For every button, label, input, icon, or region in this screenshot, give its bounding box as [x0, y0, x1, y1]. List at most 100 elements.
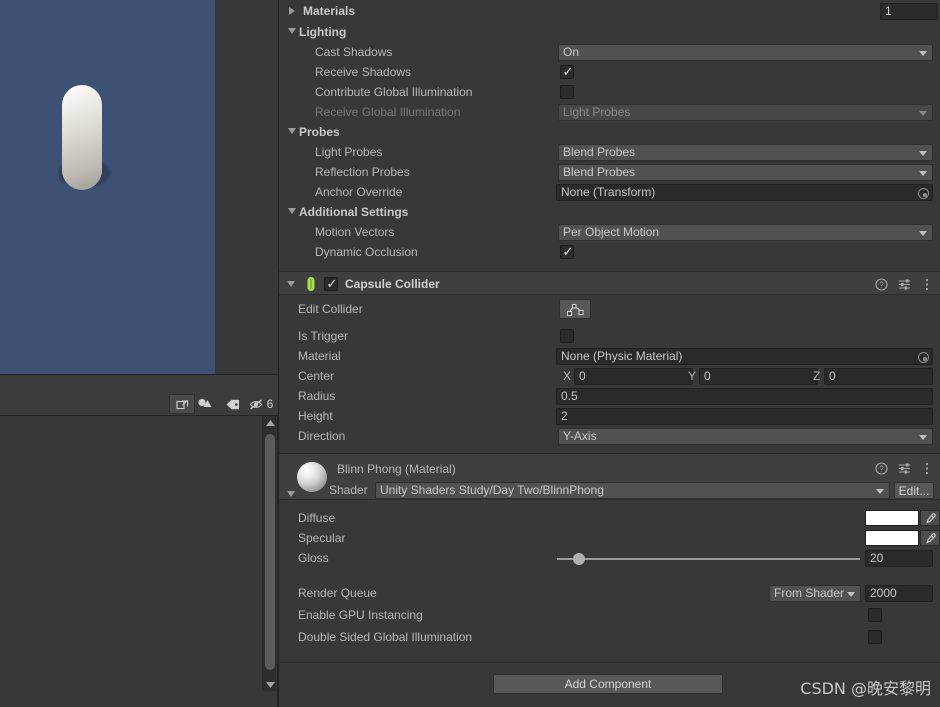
- cast-shadows-dropdown[interactable]: On: [558, 44, 933, 61]
- left-panel-body: [0, 416, 278, 707]
- probes-label: Probes: [299, 125, 340, 139]
- row-receive-shadows: Receive Shadows: [279, 62, 940, 82]
- row-physic-material: Material None (Physic Material): [279, 346, 940, 366]
- material-title: Blinn Phong (Material): [337, 462, 456, 476]
- chevron-down-icon[interactable]: [287, 281, 295, 287]
- physic-material-objectfield[interactable]: None (Physic Material): [556, 348, 933, 365]
- eyedropper-icon[interactable]: [920, 530, 940, 546]
- chevron-down-icon: [919, 111, 927, 116]
- row-anchor-override: Anchor Override None (Transform): [279, 182, 940, 202]
- gloss-slider-knob[interactable]: [573, 553, 585, 565]
- row-is-trigger: Is Trigger: [279, 326, 940, 346]
- motion-vectors-dropdown[interactable]: Per Object Motion: [558, 224, 933, 241]
- chevron-down-icon[interactable]: [288, 28, 296, 34]
- specular-color-swatch[interactable]: [865, 530, 919, 546]
- hidden-objects-counter[interactable]: 6: [246, 394, 276, 414]
- chevron-down-icon[interactable]: [288, 128, 296, 134]
- divider: [279, 499, 940, 500]
- eyedropper-icon[interactable]: [920, 510, 940, 526]
- add-component-bar: Add Component CSDN @晚安黎明: [279, 662, 940, 707]
- direction-dropdown[interactable]: Y-Axis: [558, 428, 933, 445]
- hidden-objects-count: 6: [266, 397, 274, 411]
- row-diffuse: Diffuse: [279, 508, 940, 528]
- unity-editor-window: 6 Materials 1 Lighting Cast Shadows On R…: [0, 0, 940, 707]
- receive-gi-dropdown: Light Probes: [558, 104, 933, 121]
- gloss-value-input[interactable]: 20: [865, 550, 933, 567]
- materials-count-field[interactable]: 1: [880, 3, 938, 20]
- type-filter-icon[interactable]: [192, 394, 218, 414]
- capsule-collider-icon: [303, 276, 319, 292]
- chevron-down-icon[interactable]: [288, 208, 296, 214]
- height-input[interactable]: 2: [556, 408, 933, 425]
- left-panel-sub-header: [0, 374, 278, 392]
- scroll-down-arrow-icon[interactable]: [263, 678, 277, 691]
- chevron-down-icon: [847, 592, 855, 597]
- probes-foldout-row[interactable]: Probes: [279, 122, 940, 142]
- chevron-down-icon: [919, 51, 927, 56]
- additional-settings-label: Additional Settings: [299, 205, 409, 219]
- kebab-menu-icon[interactable]: [920, 277, 934, 291]
- diffuse-color-swatch[interactable]: [865, 510, 919, 526]
- physic-material-value: None (Physic Material): [561, 349, 683, 363]
- double-sided-gi-checkbox[interactable]: [868, 630, 882, 644]
- contribute-gi-label: Contribute Global Illumination: [315, 85, 473, 99]
- reflection-probes-value: Blend Probes: [563, 165, 636, 179]
- material-inspector-header[interactable]: Blinn Phong (Material) ? Shader Unity Sh…: [279, 453, 940, 499]
- center-label: Center: [298, 369, 335, 383]
- help-icon[interactable]: ?: [874, 461, 888, 475]
- row-contribute-gi: Contribute Global Illumination: [279, 82, 940, 102]
- object-picker-icon[interactable]: [918, 188, 929, 199]
- capsule-object[interactable]: [62, 85, 102, 190]
- add-component-button[interactable]: Add Component: [493, 674, 723, 694]
- center-x-input[interactable]: 0: [574, 368, 693, 385]
- chevron-down-icon[interactable]: [287, 491, 295, 497]
- gloss-slider-track[interactable]: [557, 558, 860, 560]
- render-queue-mode-dropdown[interactable]: From Shader: [769, 585, 861, 602]
- preset-icon[interactable]: [897, 277, 911, 291]
- gpu-instancing-checkbox[interactable]: [868, 608, 882, 622]
- chevron-right-icon[interactable]: [289, 7, 295, 15]
- scene-view-viewport[interactable]: [0, 0, 215, 374]
- left-panel-scrollbar[interactable]: [262, 416, 276, 691]
- center-x-axis-label: X: [563, 369, 572, 383]
- receive-shadows-checkbox[interactable]: [560, 64, 574, 80]
- center-y-input[interactable]: 0: [699, 368, 818, 385]
- capsule-collider-enabled-checkbox[interactable]: [324, 276, 338, 292]
- help-icon[interactable]: ?: [874, 277, 888, 291]
- chevron-down-icon: [919, 151, 927, 156]
- reflection-probes-dropdown[interactable]: Blend Probes: [558, 164, 933, 181]
- additional-settings-foldout-row[interactable]: Additional Settings: [279, 202, 940, 222]
- cast-shadows-value: On: [563, 45, 580, 59]
- materials-foldout-row[interactable]: Materials 1: [279, 0, 940, 22]
- object-picker-icon[interactable]: [918, 352, 929, 363]
- preset-icon[interactable]: [897, 461, 911, 475]
- height-label: Height: [298, 409, 333, 423]
- label-filter-icon[interactable]: [220, 394, 246, 414]
- scroll-up-arrow-icon[interactable]: [263, 416, 277, 429]
- scrollbar-thumb[interactable]: [265, 434, 275, 670]
- contribute-gi-checkbox[interactable]: [560, 85, 574, 99]
- kebab-menu-icon[interactable]: [920, 461, 934, 475]
- light-probes-dropdown[interactable]: Blend Probes: [558, 144, 933, 161]
- chevron-down-icon: [919, 435, 927, 440]
- inspector-panel: Materials 1 Lighting Cast Shadows On Rec…: [278, 0, 940, 707]
- lighting-foldout-row[interactable]: Lighting: [279, 22, 940, 42]
- shader-dropdown[interactable]: Unity Shaders Study/Day Two/BlinnPhong: [375, 482, 890, 499]
- radius-input[interactable]: 0.5: [556, 388, 933, 405]
- shader-edit-button[interactable]: Edit...: [894, 482, 934, 499]
- edit-collider-label: Edit Collider: [298, 302, 363, 316]
- anchor-override-objectfield[interactable]: None (Transform): [556, 184, 933, 201]
- render-queue-value-input[interactable]: 2000: [865, 585, 933, 602]
- capsule-collider-title: Capsule Collider: [345, 277, 440, 291]
- direction-value: Y-Axis: [563, 429, 597, 443]
- edit-collider-button[interactable]: [559, 299, 591, 319]
- row-specular: Specular: [279, 528, 940, 548]
- row-edit-collider: Edit Collider: [279, 299, 940, 319]
- material-header-icons: ?: [874, 461, 934, 475]
- center-z-input[interactable]: 0: [824, 368, 933, 385]
- is-trigger-checkbox[interactable]: [560, 329, 574, 343]
- row-motion-vectors: Motion Vectors Per Object Motion: [279, 222, 940, 242]
- row-height: Height 2: [279, 406, 940, 426]
- dynamic-occlusion-checkbox[interactable]: [560, 244, 574, 260]
- capsule-collider-header[interactable]: Capsule Collider ?: [279, 271, 940, 295]
